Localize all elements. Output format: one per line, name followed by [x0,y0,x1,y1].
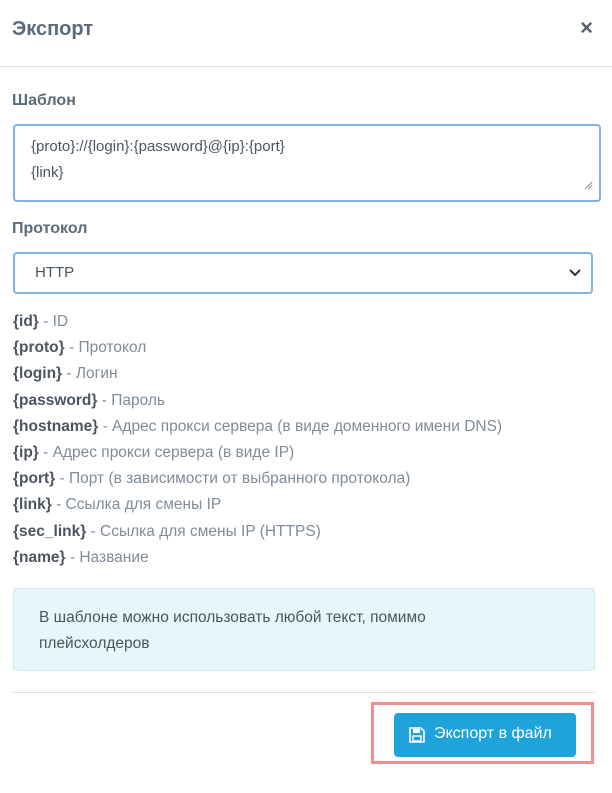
resize-grip-icon[interactable] [583,180,593,190]
template-label: Шаблон [12,92,76,109]
dialog-title: Экспорт [12,18,94,40]
info-alert: В шаблоне можно использовать любой текст… [13,588,595,671]
export-dialog: Экспорт × Шаблон {proto}://{login}:{pass… [0,0,612,793]
footer-divider [13,692,595,693]
placeholder-key: {proto} [13,339,65,357]
placeholder-desc: - Адрес прокси сервера (в виде доменного… [98,417,503,435]
export-to-file-button[interactable]: Экспорт в файл [394,713,576,757]
placeholder-key: {password} [13,391,98,409]
placeholder-item: {port} - Порт (в зависимости от выбранно… [13,466,502,492]
placeholder-desc: - Пароль [97,391,165,409]
placeholder-desc: - Порт (в зависимости от выбранного прот… [55,470,411,488]
placeholder-desc: - ID [38,313,69,330]
placeholder-key: {name} [13,548,66,566]
placeholder-key: {link} [13,496,52,514]
close-icon[interactable]: × [580,17,593,39]
protocol-select[interactable]: HTTP [13,252,593,294]
placeholder-item: {hostname} - Адрес прокси сервера (в вид… [13,414,502,440]
placeholder-item: {password} - Пароль [13,388,502,414]
placeholder-item: {ip} - Адрес прокси сервера (в виде IP) [13,440,502,466]
placeholder-item: {link} - Ссылка для смены IP [13,492,502,518]
save-icon [409,727,425,743]
placeholder-desc: - Ссылка для смены IP [51,496,222,514]
placeholder-key: {id} [13,313,39,330]
placeholder-item: {login} - Логин [13,361,502,387]
placeholder-item: {sec_link} - Ссылка для смены IP (HTTPS) [13,519,502,545]
dialog-header: Экспорт × [0,0,612,67]
placeholder-list: {id} - ID {proto} - Протокол {login} - Лог… [13,309,502,571]
placeholder-key: {login} [13,365,63,383]
placeholder-desc: - Логин [62,365,118,383]
placeholder-desc: - Название [65,548,149,566]
protocol-selected-value: HTTP [35,264,75,281]
placeholder-key: {ip} [13,443,39,461]
placeholder-desc: - Ссылка для смены IP (HTTPS) [86,522,321,540]
placeholder-key: {hostname} [13,417,99,435]
protocol-label: Протокол [12,220,88,237]
chevron-down-icon [569,269,581,277]
placeholder-item: {proto} - Протокол [13,335,502,361]
placeholder-item: {id} - ID [13,309,502,335]
placeholder-desc: - Адрес прокси сервера (в виде IP) [38,443,295,461]
placeholder-key: {sec_link} [13,522,87,540]
export-button-label: Экспорт в файл [434,725,552,742]
placeholder-desc: - Протокол [64,339,147,357]
template-textarea[interactable]: {proto}://{login}:{password}@{ip}:{port}… [13,124,601,202]
info-text: В шаблоне можно использовать любой текст… [39,609,426,652]
placeholder-item: {name} - Название [13,545,502,571]
placeholder-key: {port} [13,470,56,488]
